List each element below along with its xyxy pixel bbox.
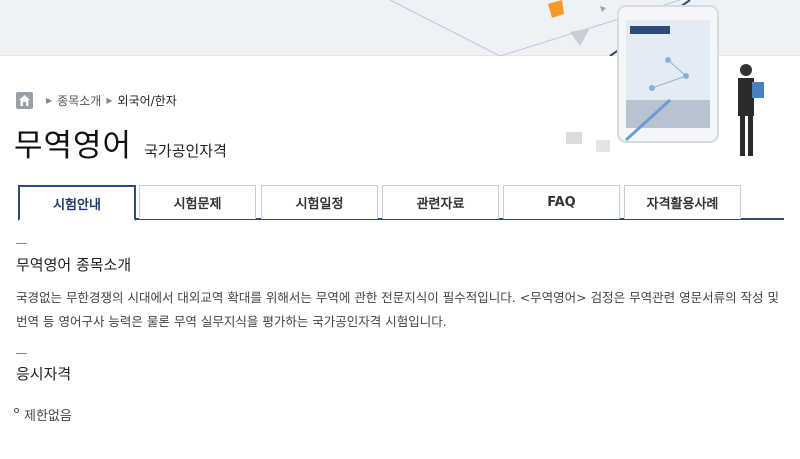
tab-usage-cases[interactable]: 자격활용사례	[624, 185, 741, 219]
page-subtitle: 국가공인자격	[144, 142, 227, 160]
section-divider	[16, 243, 27, 244]
eligibility-list-item: 제한없음	[14, 405, 72, 424]
tab-bar: 시험안내 시험문제 시험일정 관련자료 FAQ 자격활용사례	[18, 185, 784, 221]
page-title: 무역영어	[14, 128, 133, 164]
tab-faq[interactable]: FAQ	[503, 185, 620, 219]
breadcrumb-item-category[interactable]: 종목소개	[57, 92, 101, 109]
tab-exam-schedule[interactable]: 시험일정	[261, 185, 378, 219]
breadcrumb: ▶ 종목소개 ▶ 외국어/한자	[16, 92, 177, 109]
intro-paragraph: 국경없는 무한경쟁의 시대에서 대외교역 확대를 위해서는 무역에 관한 전문지…	[16, 290, 780, 329]
chevron-right-icon: ▶	[46, 96, 53, 105]
chevron-right-icon: ▶	[106, 96, 113, 105]
bullet-icon	[14, 408, 19, 413]
section-title-intro: 무역영어 종목소개	[16, 256, 132, 274]
section-divider	[16, 353, 27, 354]
tab-related-materials[interactable]: 관련자료	[382, 185, 499, 219]
section-title-eligibility: 응시자격	[16, 365, 72, 383]
eligibility-item-text: 제한없음	[24, 409, 72, 424]
home-icon[interactable]	[16, 92, 33, 109]
title-row: 무역영어 국가공인자격	[14, 120, 227, 165]
tab-exam-questions[interactable]: 시험문제	[139, 185, 256, 219]
tablet-illustration	[566, 5, 764, 156]
tab-exam-info[interactable]: 시험안내	[18, 185, 136, 221]
breadcrumb-item-current[interactable]: 외국어/한자	[117, 92, 176, 109]
